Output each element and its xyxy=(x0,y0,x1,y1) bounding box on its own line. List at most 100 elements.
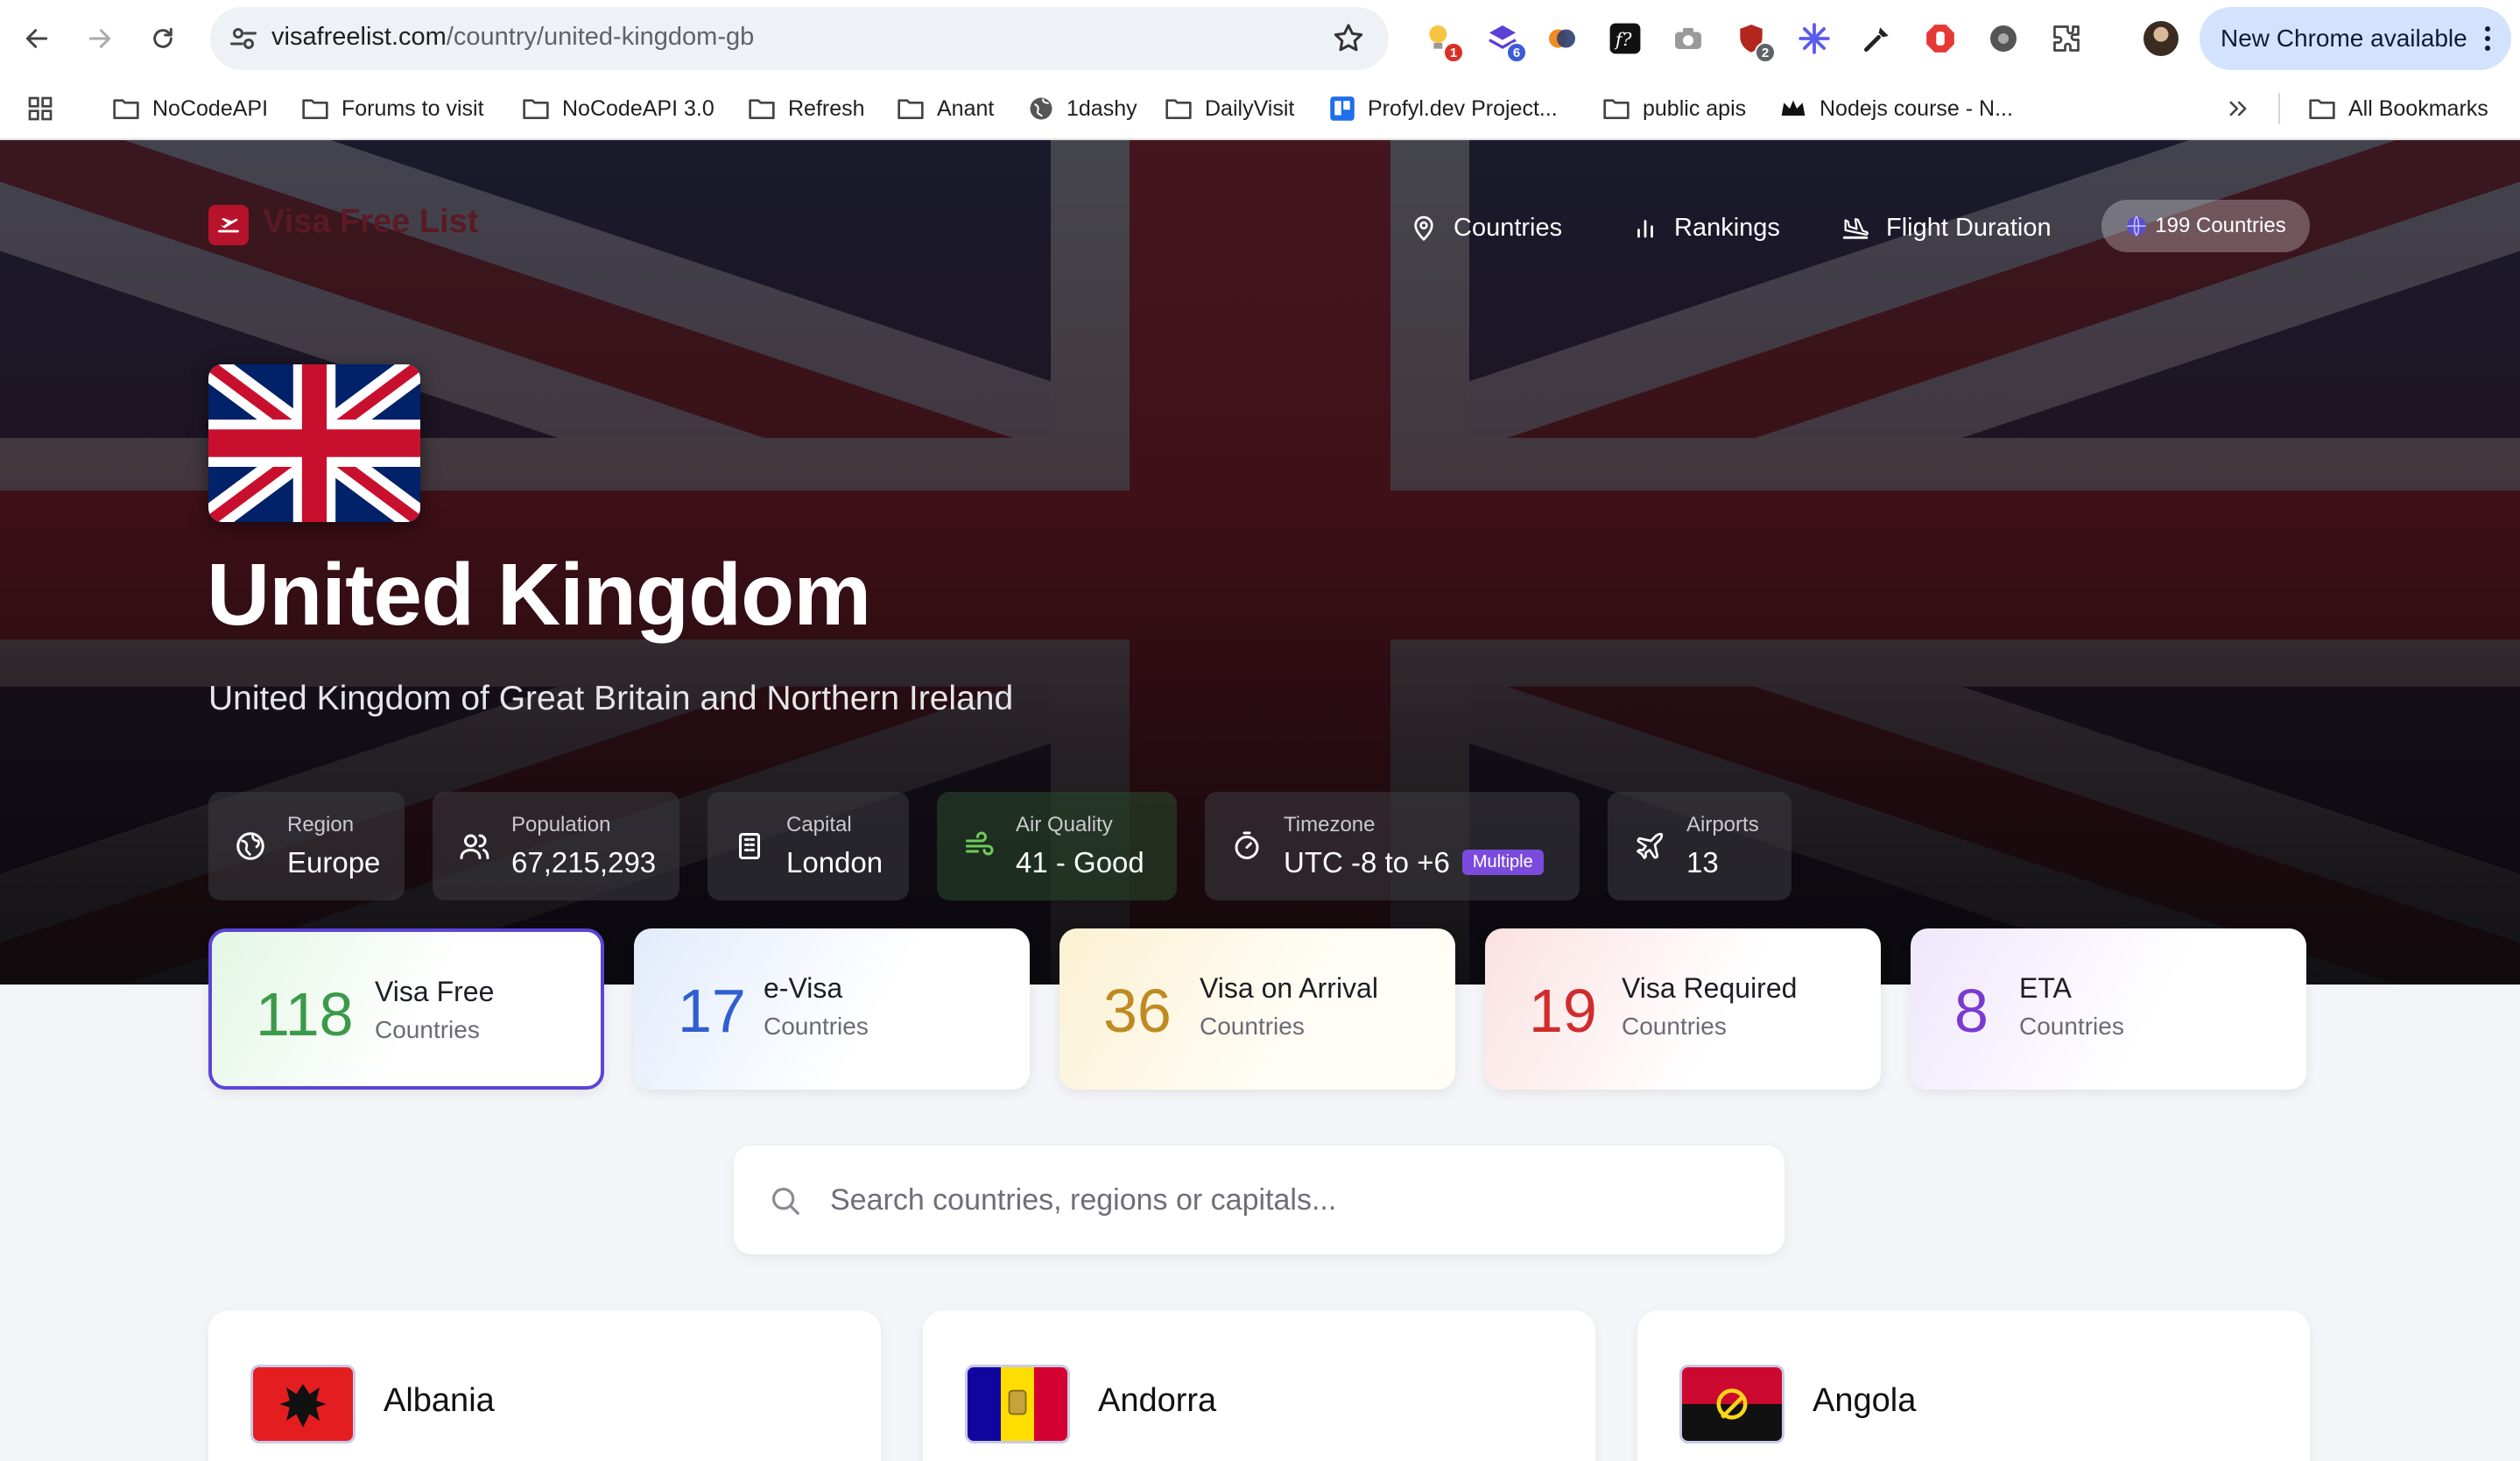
browser-toolbar: visafreelist.com/country/united-kingdom-… xyxy=(0,0,2520,77)
plane-takeoff-icon xyxy=(218,217,239,233)
info-label: Airports xyxy=(1686,813,1759,836)
bookmark-label: Forums to visit xyxy=(341,95,484,121)
stat-subtitle: Countries xyxy=(764,1013,869,1040)
stat-title: Visa on Arrival xyxy=(1200,972,1378,1004)
nav-rankings[interactable]: Rankings xyxy=(1632,210,1780,245)
bookmark-label: public apis xyxy=(1643,95,1747,121)
logo-icon[interactable] xyxy=(208,205,249,245)
bookmark-link[interactable]: 1dashy xyxy=(1028,89,1137,128)
nav-label: Rankings xyxy=(1674,213,1780,242)
angola-flag xyxy=(1679,1365,1784,1443)
site-logo[interactable]: Visa Free List xyxy=(263,203,478,241)
country-card-angola[interactable]: Angola xyxy=(1637,1310,2310,1461)
country-card-andorra[interactable]: Andorra xyxy=(923,1310,1595,1461)
stat-e-visa[interactable]: 17 e-Visa Countries xyxy=(634,928,1030,1090)
stat-number: 118 xyxy=(256,980,354,1048)
stopwatch-icon xyxy=(1235,831,1259,859)
extension-stack[interactable]: 6 xyxy=(1483,19,1527,63)
url-path: /country/united-kingdom-gb xyxy=(446,23,755,51)
info-label: Timezone xyxy=(1284,813,1376,836)
stat-subtitle: Countries xyxy=(1622,1013,1727,1040)
stat-visa-on-arrival[interactable]: 36 Visa on Arrival Countries xyxy=(1059,928,1455,1090)
extension-adblock[interactable] xyxy=(1921,19,1960,58)
bookmark-label: Anant xyxy=(937,95,995,121)
country-hero: Visa Free List Countries Rankings Flight… xyxy=(0,140,2520,985)
site-info-icon[interactable] xyxy=(228,23,259,54)
bookmark-link[interactable]: Profyl.dev Project... xyxy=(1329,89,1558,128)
globe-icon xyxy=(2127,215,2147,236)
address-bar[interactable]: visafreelist.com/country/united-kingdom-… xyxy=(210,7,1389,70)
more-menu-icon[interactable] xyxy=(2485,26,2490,51)
union-jack-flag xyxy=(208,364,420,522)
extension-camera[interactable] xyxy=(1669,19,1707,58)
bookmark-star-icon[interactable] xyxy=(1331,21,1366,56)
bookmark-label: NoCodeAPI 3.0 xyxy=(562,95,714,121)
extension-dark[interactable] xyxy=(1984,19,2023,58)
bookmarks-overflow[interactable] xyxy=(2226,89,2250,128)
countries-count-pill[interactable]: 199 Countries xyxy=(2101,200,2310,252)
stat-title: Visa Required xyxy=(1622,972,1798,1004)
bookmark-folder[interactable]: NoCodeAPI xyxy=(112,89,268,128)
country-card-albania[interactable]: Albania xyxy=(208,1310,881,1461)
extension-lightbulb[interactable]: 1 xyxy=(1420,19,1464,63)
info-capital: Capital London xyxy=(707,792,909,900)
info-value: 13 xyxy=(1686,846,1719,879)
stat-visa-free[interactable]: 118 Visa Free Countries xyxy=(208,928,604,1090)
extension-orange[interactable] xyxy=(1543,19,1581,58)
bookmark-folder[interactable]: public apis xyxy=(1602,89,1746,128)
bookmark-label: Profyl.dev Project... xyxy=(1368,95,1558,121)
bookmark-folder[interactable]: Forums to visit xyxy=(301,89,484,128)
extension-fonts[interactable]: f? xyxy=(1606,19,1644,58)
info-region: Region Europe xyxy=(208,792,405,900)
half-circle-icon xyxy=(1549,29,1575,48)
country-title: United Kingdom xyxy=(207,546,871,644)
extension-eyedropper[interactable] xyxy=(1858,19,1897,58)
back-button[interactable] xyxy=(16,18,58,60)
bookmark-folder[interactable]: DailyVisit xyxy=(1165,89,1294,128)
all-bookmarks[interactable]: All Bookmarks xyxy=(2308,89,2488,128)
apps-button[interactable] xyxy=(26,89,54,128)
bookmarks-divider xyxy=(2278,93,2280,124)
info-airports: Airports 13 xyxy=(1608,792,1791,900)
info-label: Capital xyxy=(786,813,852,836)
bookmark-folder[interactable]: Refresh xyxy=(748,89,865,128)
bookmark-label: Refresh xyxy=(788,95,865,121)
url-text[interactable]: visafreelist.com/country/united-kingdom-… xyxy=(271,23,754,52)
folder-icon xyxy=(2309,99,2335,120)
building-icon xyxy=(739,833,760,859)
hand-stop-icon xyxy=(1926,25,1954,53)
nav-flight-duration[interactable]: Flight Duration xyxy=(1841,210,2052,245)
extension-sparkle[interactable] xyxy=(1795,19,1834,58)
country-search[interactable] xyxy=(734,1146,1784,1254)
profile-avatar[interactable] xyxy=(2143,21,2179,56)
reload-button[interactable] xyxy=(142,18,184,60)
bookmark-link[interactable]: Nodejs course - N... xyxy=(1779,89,2013,128)
bookmark-folder[interactable]: Anant xyxy=(897,89,994,128)
info-label: Population xyxy=(511,813,611,836)
stat-visa-required[interactable]: 19 Visa Required Countries xyxy=(1485,928,1881,1090)
info-population: Population 67,215,293 xyxy=(433,792,679,900)
folder-icon xyxy=(113,99,139,120)
folder-icon xyxy=(523,99,549,120)
arrow-right-icon xyxy=(88,29,111,48)
angola-flag-image xyxy=(1682,1367,1782,1441)
wind-icon xyxy=(966,831,994,856)
search-icon xyxy=(771,1187,799,1215)
map-pin-icon xyxy=(1414,215,1433,242)
extension-shield[interactable]: 2 xyxy=(1732,19,1776,63)
countries-count-label: 199 Countries xyxy=(2155,214,2286,237)
url-host: visafreelist.com xyxy=(271,23,447,51)
arrow-left-icon xyxy=(25,29,48,48)
circle-icon xyxy=(1990,25,2017,52)
chrome-update-button[interactable]: New Chrome available xyxy=(2200,7,2511,70)
bookmark-folder[interactable]: NoCodeAPI 3.0 xyxy=(522,89,714,128)
extensions-menu[interactable] xyxy=(2047,19,2086,58)
bar-chart-icon xyxy=(1637,220,1653,238)
stat-title: ETA xyxy=(2019,972,2072,1004)
search-input[interactable] xyxy=(830,1172,1758,1228)
reload-icon xyxy=(153,27,172,48)
stat-eta[interactable]: 8 ETA Countries xyxy=(1911,928,2306,1090)
forward-button[interactable] xyxy=(79,18,121,60)
info-value: 41 - Good xyxy=(1016,846,1144,879)
nav-countries[interactable]: Countries xyxy=(1410,210,1562,245)
